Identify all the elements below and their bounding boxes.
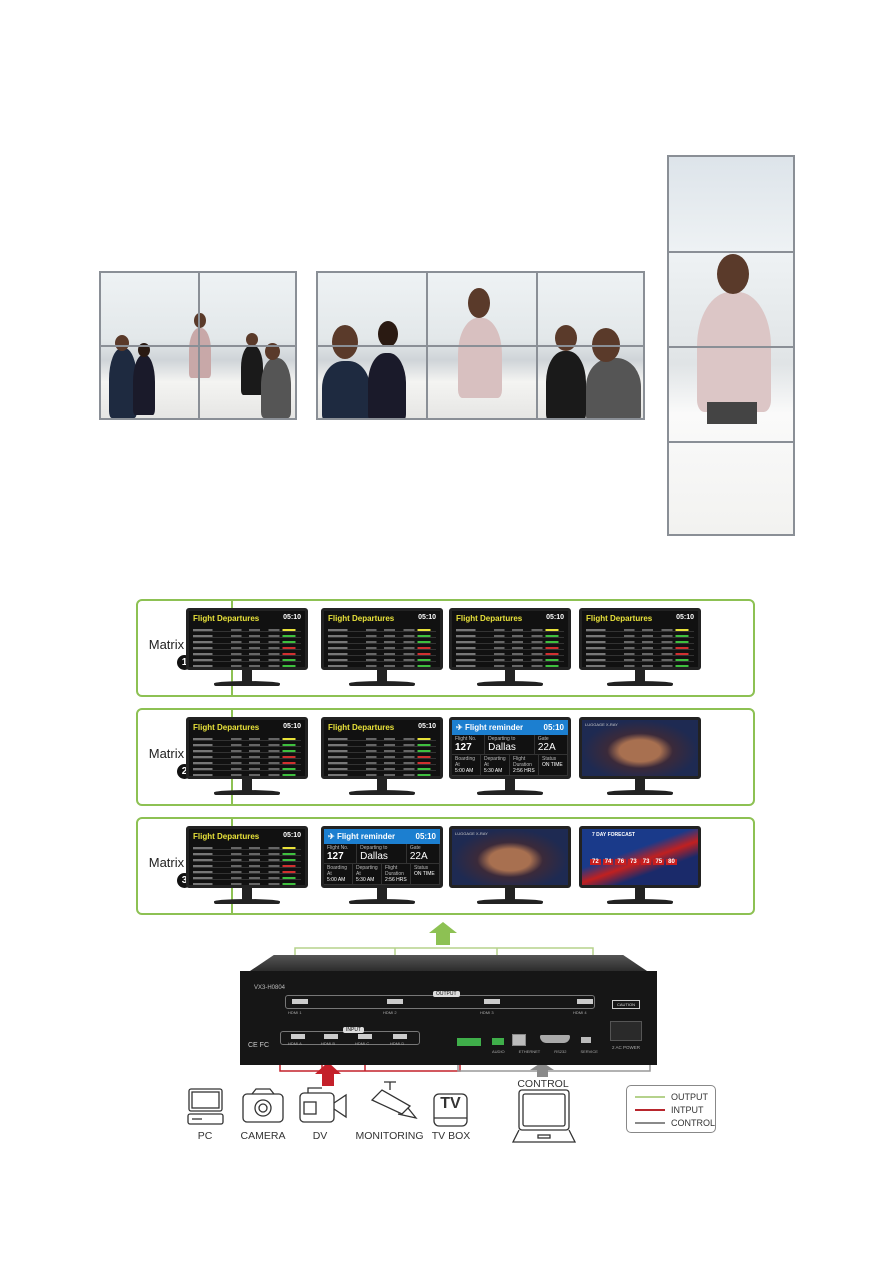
pc-icon xyxy=(187,1088,224,1125)
source-label-pc: PC xyxy=(197,1130,213,1142)
cctv-icon xyxy=(370,1081,418,1120)
source-icons xyxy=(187,1081,577,1143)
source-label-tv-box: TV BOX xyxy=(431,1130,471,1142)
legend-item-input: INTPUT xyxy=(635,1105,704,1115)
legend: OUTPUT INTPUT CONTROL xyxy=(626,1085,716,1133)
camcorder-icon xyxy=(299,1087,347,1123)
source-label-monitoring: MONITORING xyxy=(355,1130,424,1142)
camera-icon xyxy=(242,1088,284,1123)
tv-box-glyph: TV xyxy=(440,1095,461,1112)
source-label-dv: DV xyxy=(312,1130,328,1142)
legend-item-output: OUTPUT xyxy=(635,1092,708,1102)
legend-label: CONTROL xyxy=(671,1118,716,1128)
legend-label: INTPUT xyxy=(671,1105,704,1115)
source-label-camera: CAMERA xyxy=(240,1130,286,1142)
laptop-icon xyxy=(511,1089,577,1143)
legend-item-control: CONTROL xyxy=(635,1118,715,1128)
control-label: CONTROL xyxy=(517,1078,569,1090)
legend-label: OUTPUT xyxy=(671,1092,708,1102)
